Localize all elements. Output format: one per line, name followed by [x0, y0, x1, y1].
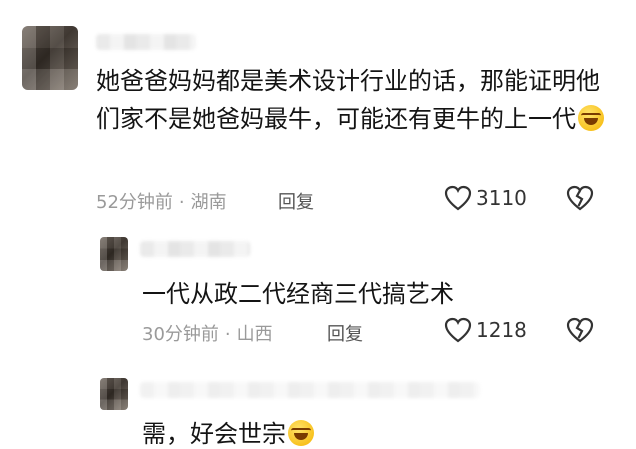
like-count: 3110: [476, 186, 527, 210]
username-blurred[interactable]: [140, 382, 480, 398]
username-blurred[interactable]: [96, 34, 196, 50]
avatar[interactable]: [22, 26, 78, 90]
laughing-crying-emoji-icon: [578, 105, 604, 131]
heart-icon: [444, 317, 472, 343]
comment-item: 她爸爸妈妈都是美术设计行业的话，那能证明他们家不是她爸妈最牛，可能还有更牛的上一…: [0, 0, 636, 225]
like-button[interactable]: 3110: [444, 185, 527, 211]
comment-text: 一代从政二代经商三代搞艺术: [142, 275, 562, 313]
avatar[interactable]: [100, 378, 128, 410]
like-count: 1218: [476, 318, 527, 342]
laughing-crying-emoji-icon: [288, 420, 314, 446]
comment-text-body: 一代从政二代经商三代搞艺术: [142, 280, 454, 308]
reply-button[interactable]: 回复: [278, 188, 314, 214]
dislike-button[interactable]: [566, 317, 594, 347]
comment-location: 湖南: [190, 192, 227, 213]
comment-time: 52分钟前: [96, 192, 173, 213]
like-button[interactable]: 1218: [444, 317, 527, 343]
comment-time: 30分钟前: [142, 324, 219, 345]
username-blurred[interactable]: [140, 241, 250, 257]
broken-heart-icon: [566, 185, 594, 211]
reply-button[interactable]: 回复: [327, 320, 363, 346]
reply-item: 一代从政二代经商三代搞艺术 30分钟前 · 山西 回复 1218: [0, 225, 636, 355]
heart-icon: [444, 185, 472, 211]
comment-text-body: 需，好会世宗: [142, 420, 286, 448]
broken-heart-icon: [566, 317, 594, 343]
reply-item: 需，好会世宗: [0, 370, 636, 448]
avatar[interactable]: [100, 237, 128, 271]
dislike-button[interactable]: [566, 185, 594, 215]
comment-text: 她爸爸妈妈都是美术设计行业的话，那能证明他们家不是她爸妈最牛，可能还有更牛的上一…: [96, 62, 611, 138]
comment-text-body: 她爸爸妈妈都是美术设计行业的话，那能证明他们家不是她爸妈最牛，可能还有更牛的上一…: [96, 67, 600, 133]
comment-text: 需，好会世宗: [142, 414, 314, 449]
comment-meta: 52分钟前 · 湖南: [96, 192, 227, 213]
comment-meta: 30分钟前 · 山西: [142, 324, 273, 345]
comment-location: 山西: [236, 324, 273, 345]
